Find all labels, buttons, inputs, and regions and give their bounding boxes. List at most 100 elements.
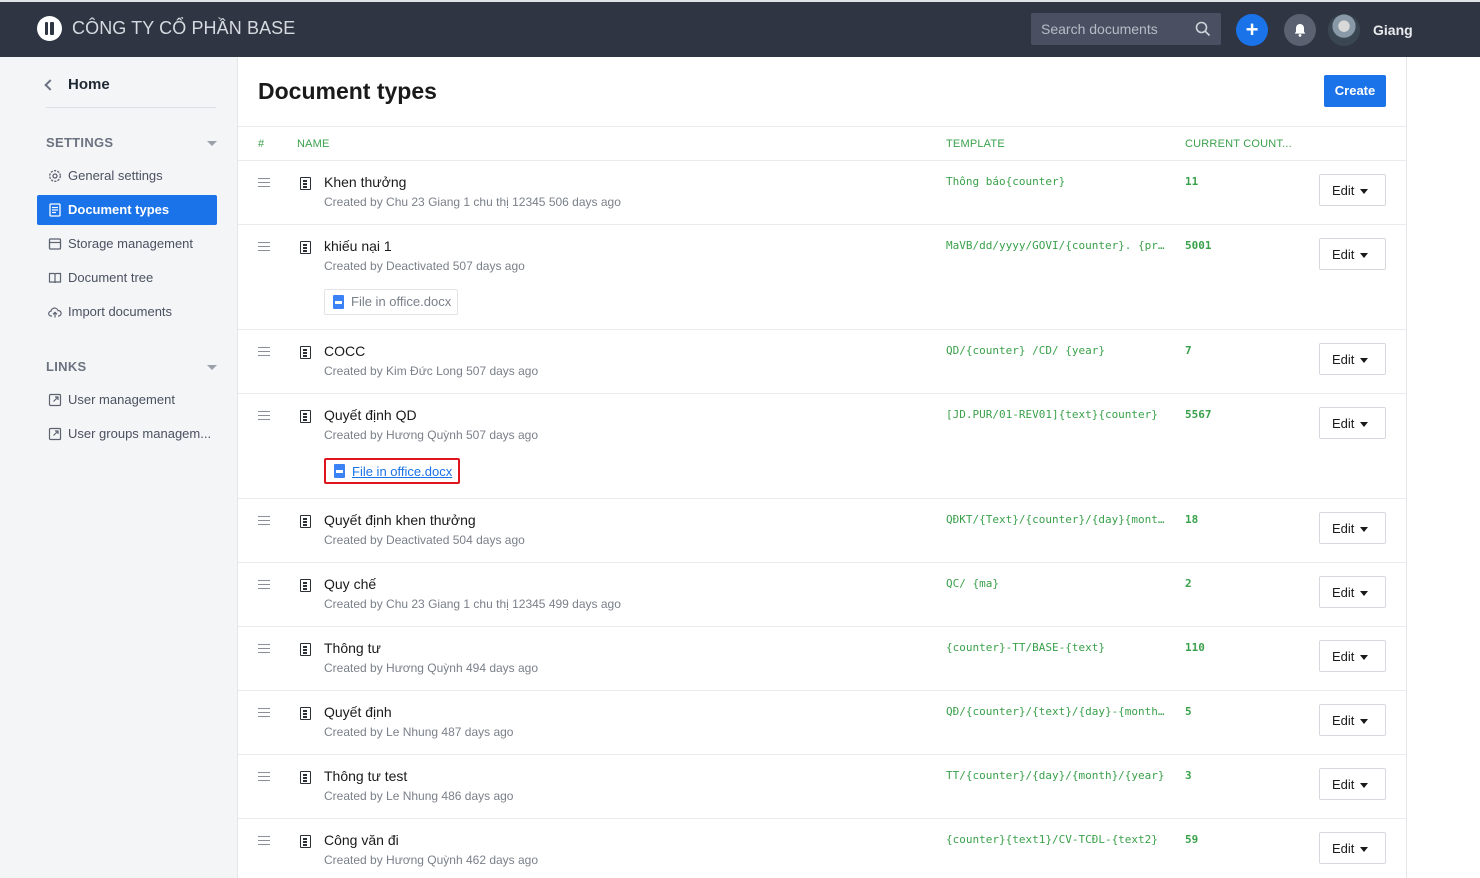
edit-label: Edit	[1332, 777, 1355, 792]
sidebar-item-label: Document types	[68, 202, 170, 217]
docx-file-icon	[334, 464, 345, 478]
sidebar-item-document-types[interactable]: Document types	[37, 195, 217, 225]
drag-handle-icon[interactable]	[258, 178, 270, 187]
table-row[interactable]: Công văn đi Created by Hương Quỳnh 462 d…	[238, 819, 1406, 878]
search-icon[interactable]	[1195, 21, 1211, 37]
drag-handle-icon[interactable]	[258, 580, 270, 589]
table-row[interactable]: khiếu nại 1 Created by Deactivated 507 d…	[238, 225, 1406, 330]
page-title: Document types	[258, 78, 437, 104]
sidebar-item-storage-management[interactable]: Storage management	[37, 229, 217, 259]
edit-button[interactable]: Edit	[1319, 576, 1386, 608]
avatar[interactable]	[1328, 14, 1360, 46]
edit-button[interactable]: Edit	[1319, 343, 1386, 375]
row-meta: Created by Hương Quỳnh 507 days ago	[324, 428, 539, 442]
sidebar-item-import-documents[interactable]: Import documents	[37, 297, 217, 327]
user-name[interactable]: Giang	[1373, 22, 1413, 38]
table-row[interactable]: COCC Created by Kim Đức Long 507 days ag…	[238, 330, 1406, 394]
drag-handle-icon[interactable]	[258, 708, 270, 717]
drag-handle-icon[interactable]	[258, 347, 270, 356]
edit-button[interactable]: Edit	[1319, 768, 1386, 800]
row-template: {counter}{text1}/CV-TCĐL-{text2}	[946, 833, 1158, 846]
search-box[interactable]	[1031, 13, 1221, 45]
row-meta: Created by Hương Quỳnh 494 days ago	[324, 661, 539, 675]
search-input[interactable]	[1031, 13, 1191, 45]
settings-section-title[interactable]: SETTINGS	[46, 135, 113, 150]
row-name[interactable]: Quyết định	[324, 704, 392, 720]
drag-handle-icon[interactable]	[258, 772, 270, 781]
edit-button[interactable]: Edit	[1319, 832, 1386, 864]
sidebar-item-label: General settings	[68, 168, 163, 183]
sidebar-item-document-tree[interactable]: Document tree	[37, 263, 217, 293]
edit-button[interactable]: Edit	[1319, 238, 1386, 270]
home-link[interactable]: Home	[44, 76, 216, 97]
document-icon	[300, 835, 311, 848]
bell-icon	[1294, 24, 1306, 37]
row-template: [JD.PUR/01-REV01]{text}{counter}	[946, 408, 1158, 421]
sidebar-item-label: User management	[68, 392, 175, 407]
sidebar-item-general-settings[interactable]: General settings	[37, 161, 217, 191]
links-caret-icon[interactable]	[207, 365, 217, 370]
row-name[interactable]: Quyết định khen thưởng	[324, 512, 476, 528]
table-row[interactable]: Quyết định QD Created by Hương Quỳnh 507…	[238, 394, 1406, 499]
edit-label: Edit	[1332, 649, 1355, 664]
add-button[interactable]: +	[1236, 14, 1268, 46]
drag-handle-icon[interactable]	[258, 242, 270, 251]
row-count: 7	[1185, 344, 1192, 357]
row-count: 5567	[1185, 408, 1212, 421]
caret-down-icon	[1360, 189, 1368, 194]
document-icon	[300, 515, 311, 528]
drag-handle-icon[interactable]	[258, 644, 270, 653]
company-logo-icon[interactable]	[37, 16, 62, 41]
table-row[interactable]: Thông tư Created by Hương Quỳnh 494 days…	[238, 627, 1406, 691]
table-row[interactable]: Quy chế Created by Chu 23 Giang 1 chu th…	[238, 563, 1406, 627]
links-section-title[interactable]: LINKS	[46, 359, 87, 374]
file-attachment[interactable]: File in office.docx	[324, 289, 459, 315]
edit-button[interactable]: Edit	[1319, 174, 1386, 206]
gear-icon	[49, 170, 61, 182]
notifications-button[interactable]	[1284, 14, 1316, 46]
settings-caret-icon[interactable]	[207, 141, 217, 146]
row-meta: Created by Kim Đức Long 507 days ago	[324, 364, 539, 378]
caret-down-icon	[1360, 527, 1368, 532]
row-name[interactable]: COCC	[324, 343, 365, 359]
column-header-name[interactable]: NAME	[297, 138, 330, 150]
row-template: Thông báo{counter}	[946, 175, 1066, 188]
book-icon	[48, 272, 62, 284]
sidebar-item-user-groups-management[interactable]: User groups managem...	[37, 419, 217, 449]
row-name[interactable]: Thông tư	[324, 640, 381, 656]
row-name[interactable]: Công văn đi	[324, 832, 399, 848]
column-header-template[interactable]: TEMPLATE	[946, 138, 1005, 150]
file-attachment-link[interactable]: File in office.docx	[324, 458, 461, 484]
create-button[interactable]: Create	[1324, 75, 1386, 107]
edit-button[interactable]: Edit	[1319, 704, 1386, 736]
row-count: 3	[1185, 769, 1192, 782]
row-count: 18	[1185, 513, 1199, 526]
table-row[interactable]: Quyết định khen thưởng Created by Deacti…	[238, 499, 1406, 563]
edit-button[interactable]: Edit	[1319, 640, 1386, 672]
row-template: TT/{counter}/{day}/{month}/{year}	[946, 769, 1165, 782]
caret-down-icon	[1360, 358, 1368, 363]
row-name[interactable]: Quyết định QD	[324, 407, 417, 423]
column-header-count[interactable]: CURRENT COUNT...	[1185, 138, 1292, 150]
edit-button[interactable]: Edit	[1319, 512, 1386, 544]
drag-handle-icon[interactable]	[258, 516, 270, 525]
edit-button[interactable]: Edit	[1319, 407, 1386, 439]
row-count: 5001	[1185, 239, 1212, 252]
drag-handle-icon[interactable]	[258, 411, 270, 420]
table-row[interactable]: Quyết định Created by Le Nhung 487 days …	[238, 691, 1406, 755]
table-row[interactable]: Thông tư test Created by Le Nhung 486 da…	[238, 755, 1406, 819]
top-bar: CÔNG TY CỔ PHẦN BASE + Giang	[0, 0, 1480, 57]
row-name[interactable]: khiếu nại 1	[324, 238, 392, 254]
row-name[interactable]: Quy chế	[324, 576, 376, 592]
row-name[interactable]: Thông tư test	[324, 768, 407, 784]
cloud-upload-icon	[48, 307, 62, 318]
row-template: QD/{counter} /CD/ {year}	[946, 344, 1105, 357]
row-name[interactable]: Khen thưởng	[324, 174, 406, 190]
table-row[interactable]: Khen thưởng Created by Chu 23 Giang 1 ch…	[238, 161, 1406, 225]
sidebar-divider	[46, 107, 216, 108]
drag-handle-icon[interactable]	[258, 836, 270, 845]
row-meta: Created by Hương Quỳnh 462 days ago	[324, 853, 539, 867]
sidebar-item-user-management[interactable]: User management	[37, 385, 217, 415]
edit-label: Edit	[1332, 521, 1355, 536]
sidebar-item-label: Import documents	[68, 304, 173, 319]
